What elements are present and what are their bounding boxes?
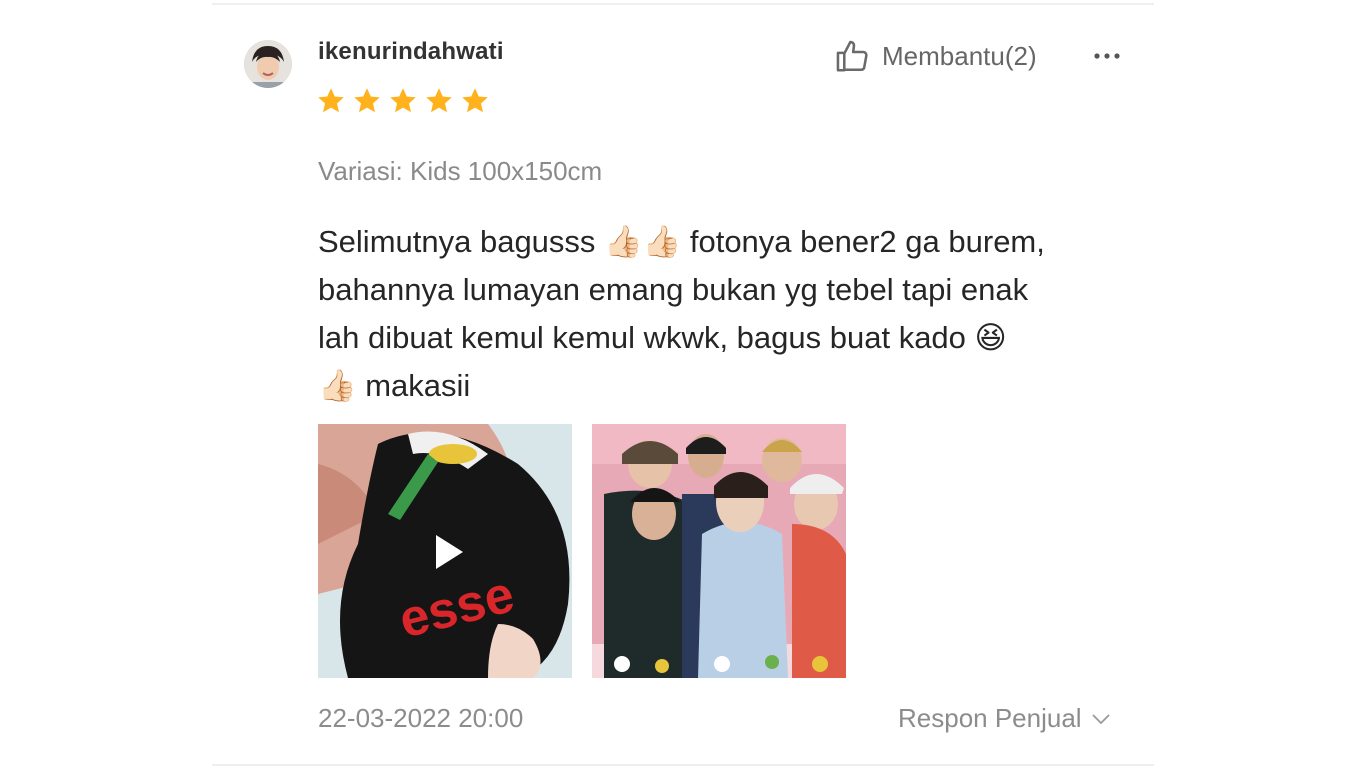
seller-response-toggle[interactable]: Respon Penjual	[898, 703, 1112, 734]
play-icon	[436, 535, 463, 569]
product-variant: Variasi: Kids 100x150cm	[318, 156, 603, 186]
review-text: Selimutnya bagusss 👍🏻👍🏻 fotonya bener2 g…	[318, 224, 1045, 403]
review-photo-thumbnail[interactable]	[592, 424, 846, 678]
thumbs-up-icon	[836, 40, 868, 72]
star-icon	[462, 88, 488, 113]
avatar-image	[244, 40, 292, 88]
review-video-thumbnail[interactable]: esse	[318, 424, 572, 678]
more-horizontal-icon[interactable]	[1090, 44, 1124, 68]
review-photo-image	[592, 424, 846, 678]
helpful-button[interactable]: Membantu(2)	[834, 36, 1037, 76]
star-icon	[390, 88, 416, 113]
avatar[interactable]	[244, 40, 292, 88]
bottom-divider	[212, 764, 1154, 766]
review-date: 22-03-2022 20:00	[318, 703, 524, 733]
chevron-down-icon	[1091, 713, 1110, 724]
reviewer-username[interactable]: ikenurindahwati	[318, 38, 504, 66]
top-divider	[212, 3, 1154, 5]
helpful-count-label: Membantu(2)	[882, 40, 1037, 71]
star-icon	[318, 88, 344, 113]
seller-response-label: Respon Penjual	[898, 703, 1082, 733]
star-icon	[426, 88, 452, 113]
star-icon	[354, 88, 380, 113]
star-rating	[316, 86, 490, 116]
